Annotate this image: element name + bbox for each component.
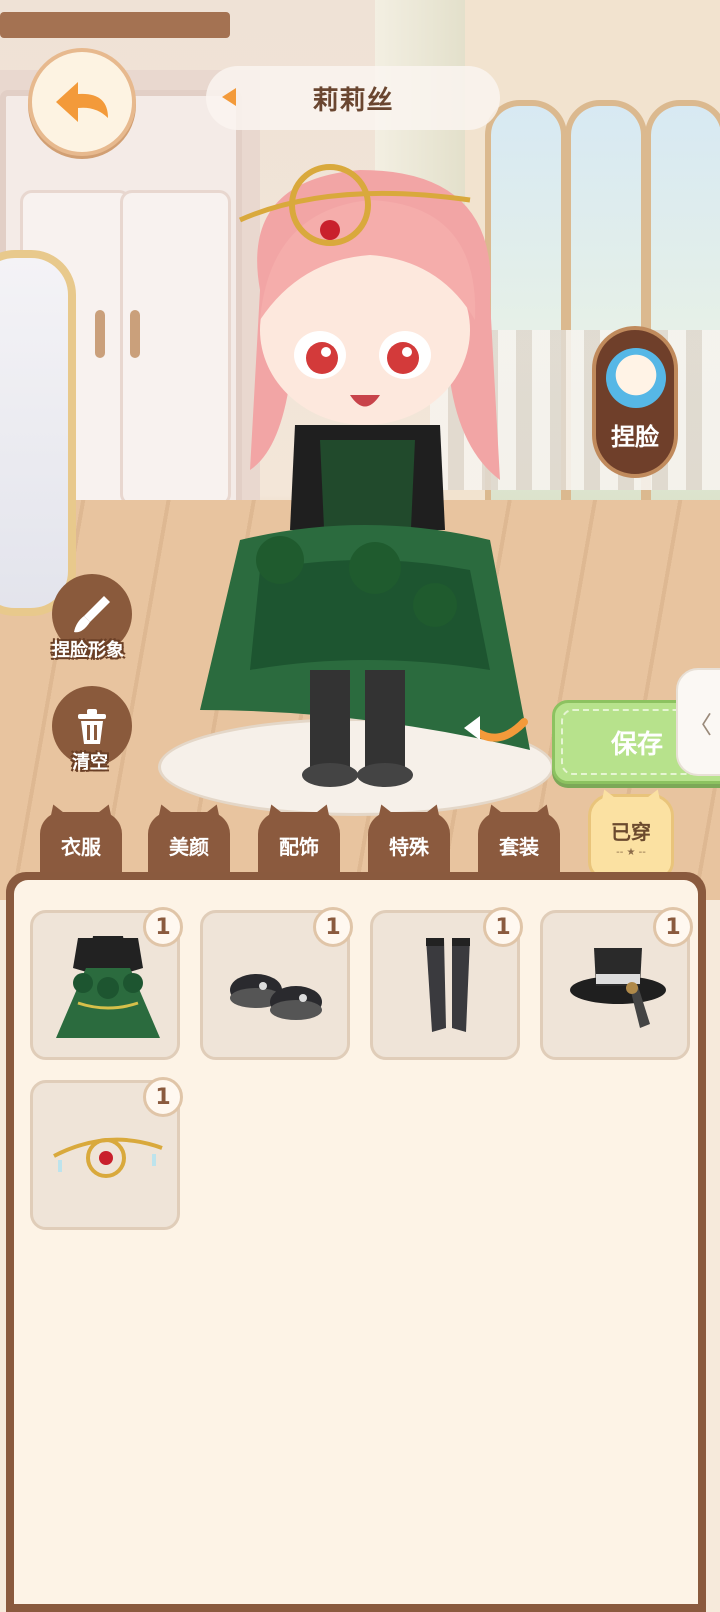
back-button[interactable] <box>28 48 136 156</box>
tab-label: 已穿 <box>611 820 651 844</box>
black-platform-shoes-icon <box>230 974 322 1020</box>
inventory-item-shoes[interactable]: 1 <box>200 907 353 1060</box>
door-knob <box>130 310 140 358</box>
star-decoration: -- ★ -- <box>616 847 646 858</box>
tab-worn[interactable]: 已穿 -- ★ -- <box>588 794 674 880</box>
rotate-icon[interactable] <box>462 700 532 750</box>
clear-label: 清空 <box>72 752 108 773</box>
character-name-bar[interactable]: 莉莉丝 <box>206 66 500 130</box>
item-count-badge: 1 <box>483 907 523 947</box>
face-avatar-icon <box>606 348 666 408</box>
save-label: 保存 <box>611 729 664 760</box>
tab-beauty[interactable]: 美颜 <box>148 812 230 878</box>
tab-label: 套装 <box>499 834 539 859</box>
side-drawer-tab[interactable]: 〈 <box>676 668 720 776</box>
tab-label: 特殊 <box>389 834 429 859</box>
black-stockings-icon <box>426 938 470 1032</box>
face-sculpt-label: 捏脸 <box>611 423 659 451</box>
inventory-item-stockings[interactable]: 1 <box>370 907 523 1060</box>
tab-label: 美颜 <box>169 834 209 859</box>
item-count-badge: 1 <box>143 1077 183 1117</box>
inventory-item-dress[interactable]: 1 <box>30 907 183 1060</box>
inventory-grid: 1 1 1 1 1 <box>14 880 698 1604</box>
tab-clothes[interactable]: 衣服 <box>40 812 122 878</box>
inventory-item-tiara[interactable]: 1 <box>30 1077 183 1230</box>
tab-label: 配饰 <box>279 834 319 859</box>
golden-tiara-icon <box>53 1137 163 1178</box>
tab-sets[interactable]: 套装 <box>478 812 560 878</box>
inventory-item-hat[interactable]: 1 <box>540 907 693 1060</box>
green-gothic-dress-icon <box>56 936 160 1038</box>
black-top-hat-icon <box>570 948 666 1028</box>
face-image-label: 捏脸形象 <box>52 640 124 661</box>
tab-special[interactable]: 特殊 <box>368 812 450 878</box>
top-shelf <box>0 12 230 38</box>
tab-accessories[interactable]: 配饰 <box>258 812 340 878</box>
character-figure[interactable] <box>200 150 540 790</box>
chevron-left-icon: 〈 <box>688 710 712 739</box>
item-count-badge: 1 <box>313 907 353 947</box>
face-sculpt-button[interactable]: 捏脸 <box>592 326 678 478</box>
tab-label: 衣服 <box>61 834 101 859</box>
character-name: 莉莉丝 <box>312 85 394 116</box>
brush-icon <box>74 596 110 633</box>
trash-icon <box>78 709 106 744</box>
standing-mirror <box>0 250 76 616</box>
door-knob <box>95 310 105 358</box>
name-arrow-icon <box>222 88 236 106</box>
back-arrow-icon <box>56 82 108 122</box>
item-count-badge: 1 <box>653 907 693 947</box>
inventory-panel: 1 1 1 1 1 <box>6 872 706 1612</box>
category-tabs: 衣服 美颜 配饰 特殊 套装 已穿 -- ★ -- <box>0 790 720 880</box>
item-count-badge: 1 <box>143 907 183 947</box>
